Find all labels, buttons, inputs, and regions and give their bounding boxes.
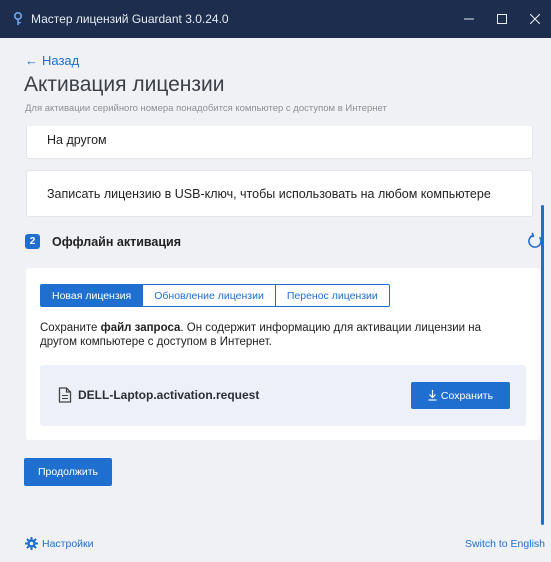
back-label: Назад [42,53,80,68]
request-file-name: DELL-Laptop.activation.request [78,388,260,402]
window-titlebar: Мастер лицензий Guardant 3.0.24.0 [0,0,551,38]
save-label: Сохранить [440,389,494,402]
page-subtitle: Для активации серийного номера понадобит… [25,103,387,114]
offline-activation-panel: Новая лицензия Обновление лицензии Перен… [26,268,540,440]
switch-language-link[interactable]: Switch to English [465,538,545,550]
tab-update-license[interactable]: Обновление лицензии [142,284,276,307]
option-label: Записать лицензию в USB-ключ, чтобы испо… [47,187,491,201]
download-icon [428,390,437,401]
maximize-icon [496,14,507,24]
step-number-badge: 2 [25,234,40,249]
save-button[interactable]: Сохранить [411,382,510,409]
description-bold: файл запроса [100,322,181,334]
minimize-icon [463,14,474,24]
refresh-icon [526,232,544,254]
refresh-button[interactable] [526,232,544,250]
maximize-button[interactable] [485,0,518,38]
license-tabs: Новая лицензия Обновление лицензии Перен… [40,284,390,307]
settings-label: Настройки [42,537,94,550]
gear-icon [25,537,38,550]
option-label: На другом [47,133,107,147]
option-another-computer[interactable]: На другом [26,126,533,159]
tab-transfer-license[interactable]: Перенос лицензии [274,284,390,307]
minimize-button[interactable] [452,0,485,38]
guardant-key-icon [11,12,25,26]
back-link[interactable]: ← Назад [25,53,79,68]
close-button[interactable] [518,0,551,38]
page-title: Активация лицензии [24,73,225,96]
tab-new-license[interactable]: Новая лицензия [40,284,144,307]
description-prefix: Сохраните [40,322,101,334]
document-icon [58,387,72,403]
close-icon [529,14,540,24]
request-file-box: DELL-Laptop.activation.request Сохранить [40,365,526,426]
arrow-left-icon: ← [25,53,38,68]
continue-button[interactable]: Продолжить [24,458,112,486]
step-title: Оффлайн активация [52,235,182,249]
settings-link[interactable]: Настройки [25,537,94,550]
option-usb-key[interactable]: Записать лицензию в USB-ключ, чтобы испо… [26,170,533,217]
description-text: Сохраните файл запроса. Он содержит инфо… [40,321,520,349]
window-title: Мастер лицензий Guardant 3.0.24.0 [31,12,229,26]
